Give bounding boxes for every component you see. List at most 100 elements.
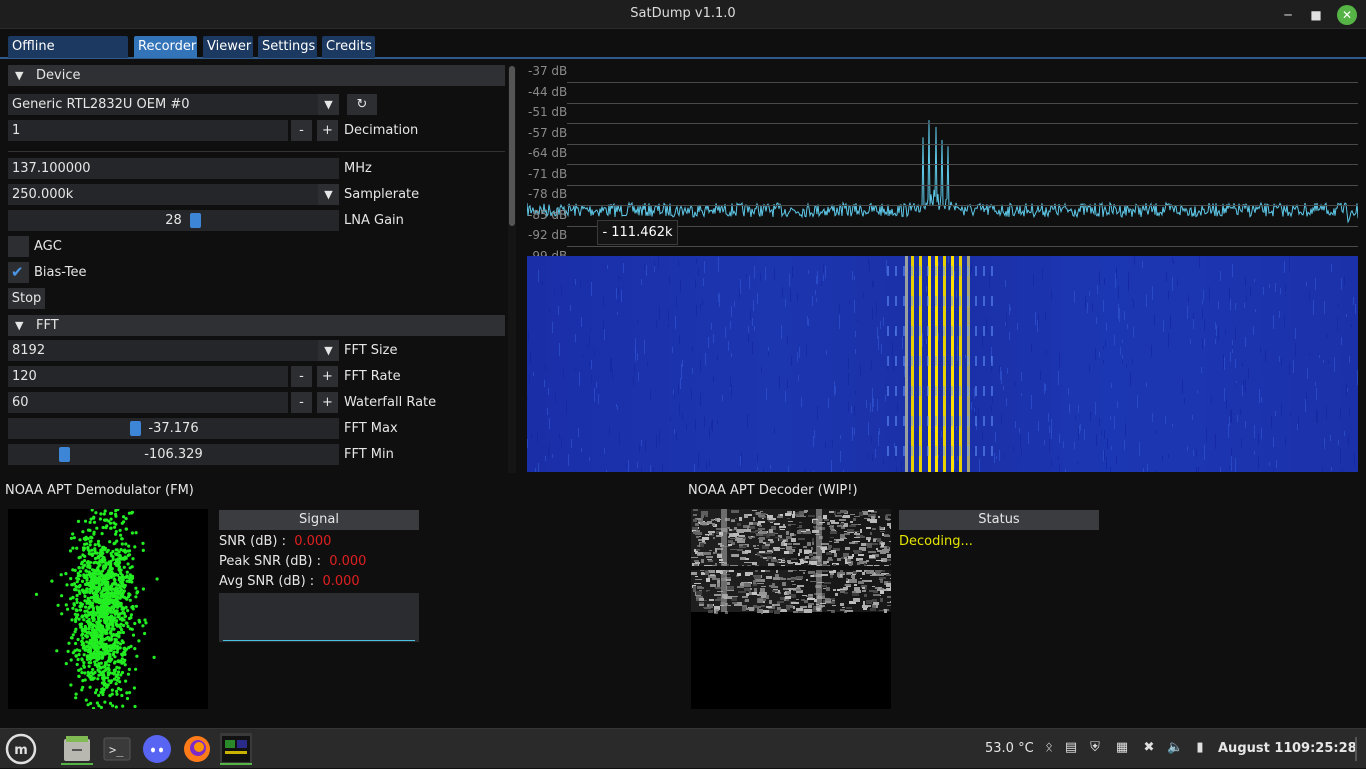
device-select-value: Generic RTL2832U OEM #0 xyxy=(12,97,190,112)
db-grid-line xyxy=(567,246,1358,247)
fft-rate-increment-button[interactable]: + xyxy=(317,366,338,387)
date[interactable]: August 11 xyxy=(1218,741,1292,756)
snr-label: SNR (dB) : xyxy=(219,534,286,549)
tab-credits[interactable]: Credits xyxy=(322,36,375,58)
title-bar: SatDump v1.1.0 ─ ■ ✕ xyxy=(0,0,1366,29)
fft-section-header[interactable]: ▼ FFT xyxy=(8,315,505,336)
decimation-label: Decimation xyxy=(344,123,419,138)
db-grid-line xyxy=(567,205,1358,206)
peak-snr-label: Peak SNR (dB) : xyxy=(219,554,321,569)
samplerate-value: 250.000k xyxy=(12,187,74,202)
db-grid-line xyxy=(567,184,1358,186)
snr-history-plot xyxy=(219,593,419,642)
decimation-input[interactable]: 1 xyxy=(8,120,288,141)
decimation-increment-button[interactable]: + xyxy=(317,120,338,141)
waterfall-rate-input[interactable]: 60 xyxy=(8,392,288,413)
decimation-decrement-button[interactable]: - xyxy=(291,120,312,141)
keyboard-icon[interactable]: ▦ xyxy=(1115,740,1129,756)
agc-checkbox[interactable] xyxy=(8,236,29,257)
window-title: SatDump v1.1.0 xyxy=(630,6,736,21)
chevron-down-icon[interactable]: ▼ xyxy=(318,340,339,361)
terminal-icon[interactable]: >_ xyxy=(101,733,133,765)
stop-button[interactable]: Stop xyxy=(8,288,45,309)
volume-icon[interactable]: 🔈 xyxy=(1167,740,1183,756)
device-select[interactable]: Generic RTL2832U OEM #0 ▼ xyxy=(8,94,339,115)
device-section-header[interactable]: ▼ Device xyxy=(8,65,505,86)
scrollbar-thumb[interactable] xyxy=(509,66,515,226)
tab-settings[interactable]: Settings xyxy=(258,36,317,58)
files-icon[interactable] xyxy=(61,733,93,765)
check-icon: ✔ xyxy=(11,263,24,281)
svg-text:m: m xyxy=(14,743,28,758)
fft-min-label: FFT Min xyxy=(344,447,394,462)
firefox-icon[interactable] xyxy=(181,733,213,765)
fft-header-label: FFT xyxy=(36,318,59,333)
constellation-plot xyxy=(8,509,208,709)
tab-offline-processing[interactable]: Offline processing xyxy=(8,36,128,76)
lna-gain-slider[interactable]: 28 xyxy=(8,210,339,231)
clock[interactable]: 09:25:28 xyxy=(1292,741,1357,756)
taskbar: m >_ 53.0 °C ᛟ ▤ ⛨ ▦ ✖ 🔈 ▮ August 11 09:… xyxy=(0,728,1366,768)
frequency-input[interactable]: 137.100000 xyxy=(8,158,339,179)
tab-recorder[interactable]: Recorder xyxy=(134,36,197,58)
fft-min-slider[interactable]: -106.329 xyxy=(8,444,339,465)
peak-snr-value: 0.000 xyxy=(329,554,367,569)
db-axis-label: -37 dB xyxy=(528,64,568,78)
db-grid-line xyxy=(567,143,1358,145)
panel-scrollbar[interactable] xyxy=(508,66,516,473)
network-icon[interactable]: ✖ xyxy=(1142,740,1156,756)
avg-snr-label: Avg SNR (dB) : xyxy=(219,574,315,589)
chevron-down-icon[interactable]: ▼ xyxy=(318,94,339,115)
fft-max-label: FFT Max xyxy=(344,421,398,436)
chevron-down-icon[interactable]: ▼ xyxy=(318,184,339,205)
avg-snr-value: 0.000 xyxy=(322,574,360,589)
satdump-icon[interactable] xyxy=(220,733,252,765)
db-grid-line xyxy=(567,123,1358,124)
tab-viewer[interactable]: Viewer xyxy=(203,36,253,58)
discord-icon[interactable] xyxy=(141,733,173,765)
demodulator-title: NOAA APT Demodulator (FM) xyxy=(5,483,194,498)
collapse-triangle-icon: ▼ xyxy=(15,319,24,332)
bluetooth-icon[interactable]: ᛟ xyxy=(1042,740,1056,756)
divider xyxy=(8,151,505,152)
refresh-icon[interactable]: ↻ xyxy=(347,94,377,115)
battery-icon[interactable]: ▮ xyxy=(1193,740,1207,756)
bias-tee-label: Bias-Tee xyxy=(34,265,87,280)
avg-snr-row: Avg SNR (dB) : 0.000 xyxy=(219,574,360,589)
snr-row: SNR (dB) : 0.000 xyxy=(219,534,331,549)
db-grid-line xyxy=(567,82,1358,83)
samplerate-label: Samplerate xyxy=(344,187,420,202)
mint-menu-icon[interactable]: m xyxy=(5,733,37,765)
status-header: Status xyxy=(899,510,1099,530)
snr-history-line xyxy=(223,640,415,641)
clipboard-icon[interactable]: ▤ xyxy=(1064,740,1078,756)
collapse-triangle-icon: ▼ xyxy=(15,69,24,82)
apt-image-preview[interactable] xyxy=(691,509,891,709)
show-desktop-button[interactable] xyxy=(1355,737,1357,761)
fft-rate-input[interactable]: 120 xyxy=(8,366,288,387)
db-axis-label: -92 dB xyxy=(528,228,568,242)
lna-gain-slider-handle[interactable] xyxy=(190,213,202,228)
fft-size-select[interactable]: 8192 ▼ xyxy=(8,340,339,361)
db-grid-line xyxy=(567,225,1358,227)
db-grid-line xyxy=(567,164,1358,165)
close-icon[interactable]: ✕ xyxy=(1337,5,1357,25)
waterfall-rate-decrement-button[interactable]: - xyxy=(291,392,312,413)
minimize-icon[interactable]: ─ xyxy=(1278,5,1298,25)
samplerate-select[interactable]: 250.000k ▼ xyxy=(8,184,339,205)
fft-rate-decrement-button[interactable]: - xyxy=(291,366,312,387)
frequency-unit-label: MHz xyxy=(344,161,372,176)
lna-gain-value: 28 xyxy=(165,213,182,228)
fft-min-slider-handle[interactable] xyxy=(59,447,71,462)
control-panel: ▼ Device Generic RTL2832U OEM #0 ▼ ↻ 1 -… xyxy=(0,60,522,473)
bias-tee-checkbox[interactable]: ✔ xyxy=(8,262,29,283)
maximize-icon[interactable]: ■ xyxy=(1306,5,1326,25)
fft-rate-label: FFT Rate xyxy=(344,369,401,384)
waterfall-display[interactable] xyxy=(527,256,1358,472)
shield-icon[interactable]: ⛨ xyxy=(1088,740,1102,756)
frequency-tooltip: - 111.462k xyxy=(597,220,678,245)
waterfall-rate-increment-button[interactable]: + xyxy=(317,392,338,413)
fft-max-slider-handle[interactable] xyxy=(129,421,141,436)
constellation-points xyxy=(34,509,159,709)
fft-max-slider[interactable]: -37.176 xyxy=(8,418,339,439)
